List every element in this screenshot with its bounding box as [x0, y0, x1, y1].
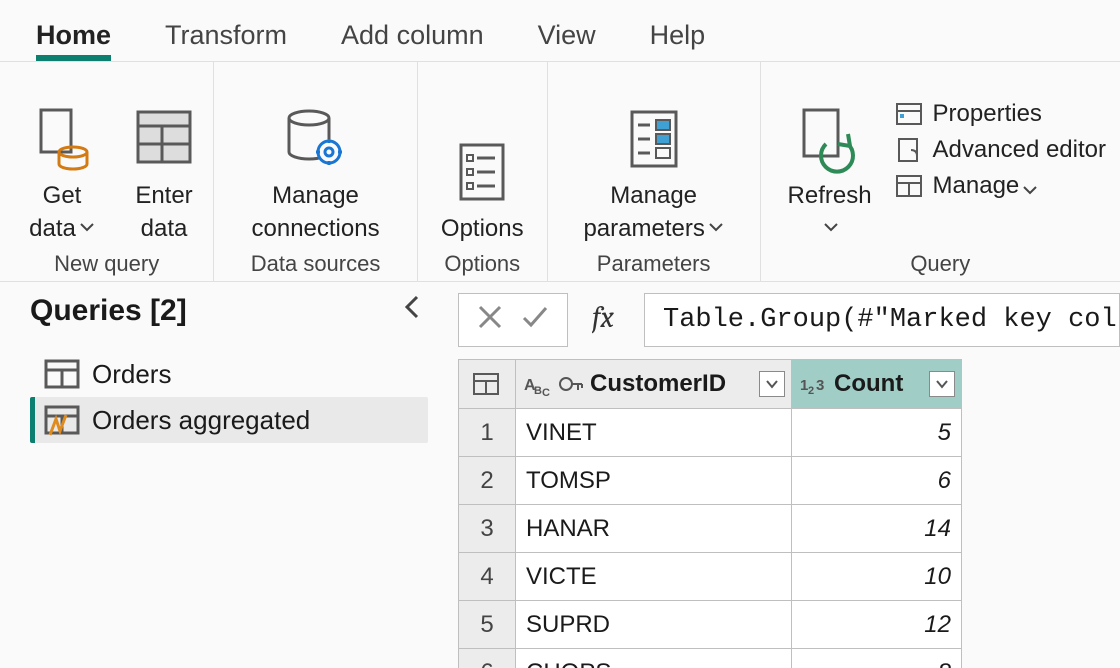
formula-bar: fx Table.Group(#"Marked key colu — [458, 293, 1120, 347]
ribbon-group-options: Options Options — [418, 62, 548, 281]
column-header-customerid[interactable]: ABC CustomerID — [516, 360, 792, 409]
svg-text:3: 3 — [816, 377, 824, 394]
group-label-options: Options — [432, 245, 533, 281]
group-label-new-query: New query — [14, 245, 199, 281]
manage-connections-button[interactable]: Manage connections — [228, 100, 402, 245]
properties-icon — [895, 100, 925, 128]
cell-count[interactable]: 12 — [792, 601, 962, 649]
x-icon — [477, 304, 503, 330]
tab-add-column[interactable]: Add column — [341, 20, 484, 61]
group-label-parameters: Parameters — [562, 245, 746, 281]
get-data-icon — [33, 104, 91, 174]
svg-text:fx: fx — [592, 300, 615, 335]
table-icon — [44, 357, 80, 391]
cell-customerid[interactable]: CHOPS — [516, 649, 792, 668]
queries-title: Queries [2] — [30, 294, 187, 328]
advanced-editor-button[interactable]: Advanced editor — [895, 136, 1106, 164]
text-type-icon: ABC — [524, 372, 552, 396]
svg-text:C: C — [542, 387, 550, 396]
row-index[interactable]: 1 — [459, 409, 516, 457]
ribbon-group-parameters: Manage parameters Parameters — [548, 62, 761, 281]
options-list-icon — [455, 137, 509, 207]
options-button[interactable]: Options — [437, 133, 528, 245]
query-item-label: Orders — [92, 359, 171, 390]
formula-input[interactable]: Table.Group(#"Marked key colu — [644, 293, 1120, 347]
number-type-icon: 123 — [800, 372, 828, 396]
row-index[interactable]: 4 — [459, 553, 516, 601]
cell-customerid[interactable]: SUPRD — [516, 601, 792, 649]
refresh-button[interactable]: Refresh — [775, 100, 885, 245]
chevron-down-icon — [765, 379, 779, 389]
table-fx-icon — [44, 403, 80, 437]
ribbon-group-new-query: Get data Enter data New query — [0, 62, 214, 281]
row-index[interactable]: 2 — [459, 457, 516, 505]
cell-customerid[interactable]: HANAR — [516, 505, 792, 553]
cell-customerid[interactable]: TOMSP — [516, 457, 792, 505]
filter-count-button[interactable] — [929, 371, 955, 397]
tab-transform[interactable]: Transform — [165, 20, 287, 61]
enter-data-icon — [132, 104, 196, 174]
fx-icon: fx — [592, 299, 632, 335]
cell-count[interactable]: 8 — [792, 649, 962, 668]
row-index[interactable]: 6 — [459, 649, 516, 668]
refresh-icon — [798, 104, 862, 174]
manage-parameters-button[interactable]: Manage parameters — [562, 100, 746, 245]
query-item-orders-aggregated[interactable]: Orders aggregated — [30, 397, 428, 443]
column-header-count[interactable]: 123 Count — [792, 360, 962, 409]
manage-table-icon — [895, 172, 925, 200]
table-menu-icon — [472, 370, 502, 398]
query-item-orders[interactable]: Orders — [30, 351, 428, 397]
cell-customerid[interactable]: VINET — [516, 409, 792, 457]
apply-formula-button[interactable] — [521, 304, 549, 336]
svg-text:2: 2 — [808, 385, 814, 396]
cell-count[interactable]: 10 — [792, 553, 962, 601]
database-gear-icon — [281, 104, 351, 174]
fx-button[interactable]: fx — [580, 299, 644, 341]
ribbon-group-data-sources: Manage connections Data sources — [214, 62, 417, 281]
enter-data-button[interactable]: Enter data — [116, 100, 212, 245]
cancel-formula-button[interactable] — [477, 304, 503, 336]
chevron-left-icon — [402, 293, 422, 321]
chevron-down-icon — [935, 379, 949, 389]
ribbon: Get data Enter data New query — [0, 62, 1120, 282]
row-index[interactable]: 5 — [459, 601, 516, 649]
group-label-data-sources: Data sources — [228, 245, 402, 281]
tab-bar: Home Transform Add column View Help — [0, 0, 1120, 62]
check-icon — [521, 304, 549, 330]
manage-button[interactable]: Manage — [895, 172, 1106, 200]
get-data-button[interactable]: Get data — [14, 100, 110, 245]
tab-home[interactable]: Home — [36, 20, 111, 61]
svg-text:B: B — [534, 385, 542, 396]
cell-count[interactable]: 5 — [792, 409, 962, 457]
cell-count[interactable]: 14 — [792, 505, 962, 553]
advanced-editor-icon — [895, 136, 925, 164]
cell-customerid[interactable]: VICTE — [516, 553, 792, 601]
row-index[interactable]: 3 — [459, 505, 516, 553]
filter-customerid-button[interactable] — [759, 371, 785, 397]
cell-count[interactable]: 6 — [792, 457, 962, 505]
tab-view[interactable]: View — [538, 20, 596, 61]
tab-help[interactable]: Help — [650, 20, 706, 61]
group-label-query: Query — [775, 245, 1106, 281]
grid-corner-button[interactable] — [459, 360, 516, 409]
parameters-icon — [624, 104, 684, 174]
collapse-queries-button[interactable] — [396, 293, 428, 329]
content-area: Queries [2] Orders Orders aggregated — [0, 283, 1120, 668]
formula-text: Table.Group(#"Marked key colu — [663, 305, 1120, 335]
data-grid: ABC CustomerID 123 Count — [458, 359, 962, 668]
grid-pane: fx Table.Group(#"Marked key colu — [458, 283, 1120, 668]
query-item-label: Orders aggregated — [92, 405, 310, 436]
ribbon-group-query: Refresh Properties Advanced ed — [761, 62, 1120, 281]
queries-pane: Queries [2] Orders Orders aggregated — [0, 283, 458, 668]
properties-button[interactable]: Properties — [895, 100, 1106, 128]
key-icon — [558, 372, 584, 396]
